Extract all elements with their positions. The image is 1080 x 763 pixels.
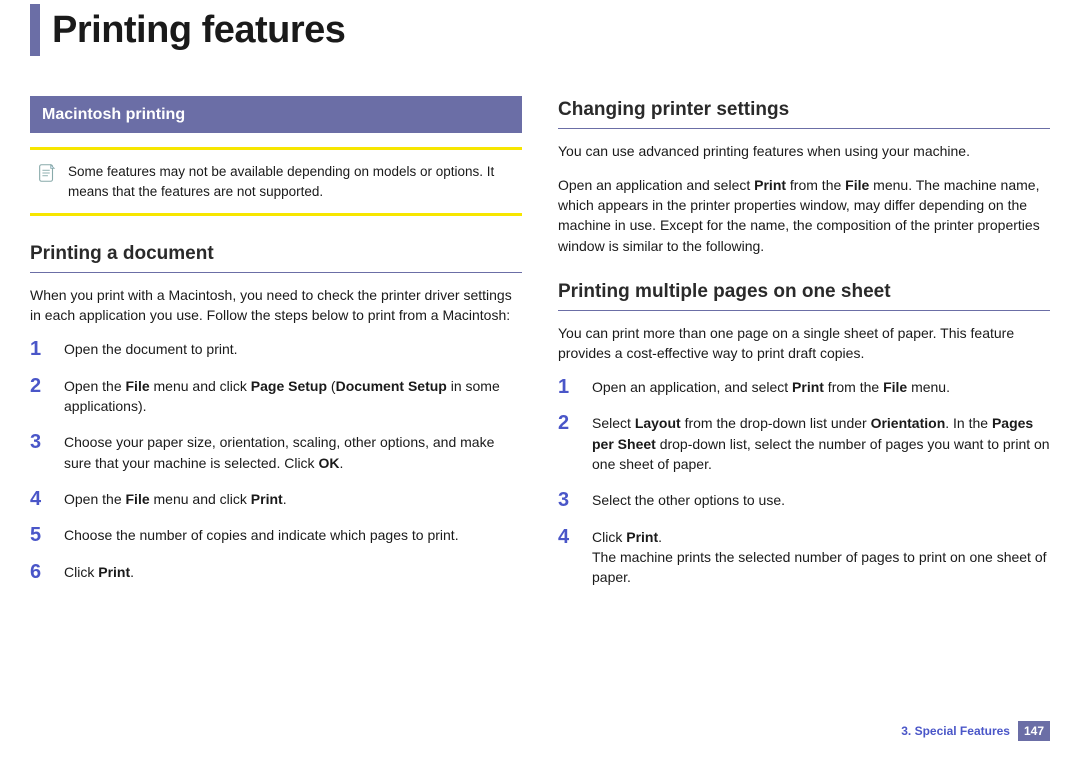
step-text: Choose your paper size, orientation, sca… <box>64 432 522 473</box>
steps-list-left: 1 Open the document to print. 2 Open the… <box>30 339 522 581</box>
rule <box>558 310 1050 311</box>
rule <box>30 272 522 273</box>
step-number: 3 <box>558 490 574 510</box>
content-columns: Macintosh printing Some features may not… <box>30 96 1050 604</box>
step-number: 4 <box>558 527 574 588</box>
step-text: Click Print. <box>64 562 522 582</box>
title-accent-bar <box>30 4 40 56</box>
section-head-macintosh: Macintosh printing <box>30 96 522 133</box>
step-item: 1 Open an application, and select Print … <box>558 377 1050 397</box>
step-text: Select Layout from the drop-down list un… <box>592 413 1050 474</box>
left-column: Macintosh printing Some features may not… <box>30 96 522 604</box>
subheading-multiple-pages: Printing multiple pages on one sheet <box>558 278 1050 306</box>
page-title: Printing features <box>52 9 345 52</box>
note-box: Some features may not be available depen… <box>30 147 522 216</box>
step-text: Open the document to print. <box>64 339 522 359</box>
step-text: Open the File menu and click Print. <box>64 489 522 509</box>
step-text: Select the other options to use. <box>592 490 1050 510</box>
step-number: 1 <box>558 377 574 397</box>
page-number: 147 <box>1018 721 1050 741</box>
subheading-printing-document: Printing a document <box>30 240 522 268</box>
step-item: 5 Choose the number of copies and indica… <box>30 525 522 545</box>
step-item: 2 Open the File menu and click Page Setu… <box>30 376 522 417</box>
intro-paragraph: When you print with a Macintosh, you nee… <box>30 285 522 326</box>
step-text: Open the File menu and click Page Setup … <box>64 376 522 417</box>
page-footer: 3. Special Features 147 <box>901 721 1050 741</box>
step-item: 4 Open the File menu and click Print. <box>30 489 522 509</box>
page-root: Printing features Macintosh printing Som… <box>0 0 1080 763</box>
title-bar: Printing features <box>30 0 1050 56</box>
steps-list-right: 1 Open an application, and select Print … <box>558 377 1050 587</box>
paragraph: You can use advanced printing features w… <box>558 141 1050 161</box>
step-number: 3 <box>30 432 46 473</box>
step-number: 6 <box>30 562 46 582</box>
step-number: 5 <box>30 525 46 545</box>
right-column: Changing printer settings You can use ad… <box>558 96 1050 604</box>
paragraph: You can print more than one page on a si… <box>558 323 1050 364</box>
step-item: 4 Click Print.The machine prints the sel… <box>558 527 1050 588</box>
step-item: 1 Open the document to print. <box>30 339 522 359</box>
step-item: 6 Click Print. <box>30 562 522 582</box>
chapter-label: 3. Special Features <box>901 724 1010 738</box>
step-number: 2 <box>30 376 46 417</box>
step-number: 2 <box>558 413 574 474</box>
step-number: 4 <box>30 489 46 509</box>
note-text: Some features may not be available depen… <box>68 162 516 201</box>
subheading-changing-settings: Changing printer settings <box>558 96 1050 124</box>
step-text: Choose the number of copies and indicate… <box>64 525 522 545</box>
step-text: Click Print.The machine prints the selec… <box>592 527 1050 588</box>
step-item: 2 Select Layout from the drop-down list … <box>558 413 1050 474</box>
rule <box>558 128 1050 129</box>
step-number: 1 <box>30 339 46 359</box>
step-item: 3 Choose your paper size, orientation, s… <box>30 432 522 473</box>
paragraph: Open an application and select Print fro… <box>558 175 1050 256</box>
step-item: 3 Select the other options to use. <box>558 490 1050 510</box>
step-text: Open an application, and select Print fr… <box>592 377 1050 397</box>
note-icon <box>36 162 58 184</box>
